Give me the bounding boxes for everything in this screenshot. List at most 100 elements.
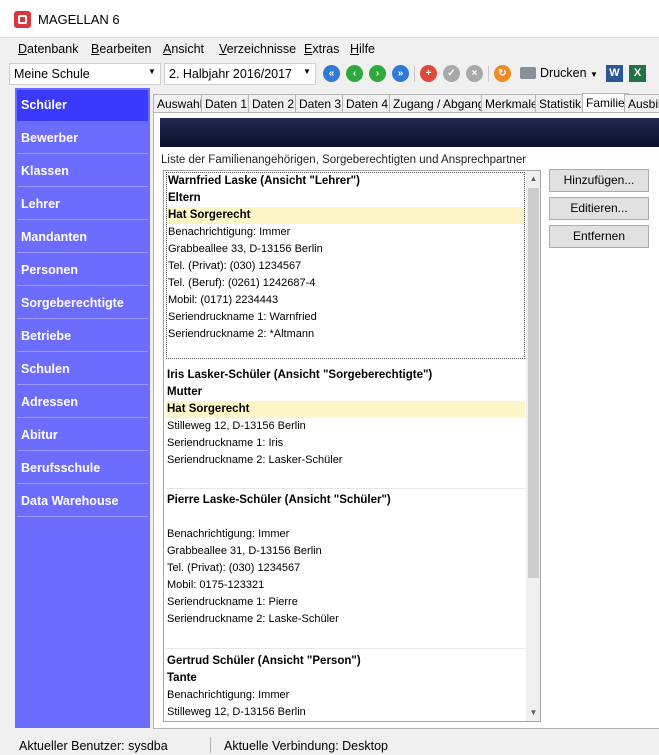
add-button[interactable]: Hinzufügen... [549,169,649,192]
family-list[interactable]: Warnfried Laske (Ansicht "Lehrer") Elter… [163,170,541,722]
member-detail: Seriendruckname 2: *Altmann [168,328,315,340]
list-divider [166,488,525,489]
menu-ansicht[interactable]: Ansicht [163,42,204,56]
cancel-icon[interactable]: × [466,65,483,82]
list-item[interactable]: Warnfried Laske (Ansicht "Lehrer") Elter… [166,172,525,359]
list-item[interactable]: Iris Lasker-Schüler (Ansicht "Sorgeberec… [166,367,525,469]
member-detail: Benachrichtigung: Immer [167,689,290,701]
title-bar: MAGELLAN 6 [0,0,659,38]
app-icon [14,11,31,28]
member-relation: Tante [167,672,197,684]
menu-datenbank[interactable]: Datenbank [18,42,78,56]
school-select[interactable]: Meine Schule ▼ [9,63,161,85]
sidebar-item-berufsschule[interactable]: Berufsschule [17,453,148,484]
sidebar-item-schueler[interactable]: Schüler [17,90,148,121]
tab-daten-1[interactable]: Daten 1 [201,94,252,113]
add-record-icon[interactable]: + [420,65,437,82]
panel-header-band [160,118,659,147]
member-detail: Seriendruckname 1: Iris [167,437,284,449]
tab-familie[interactable]: Familie [582,93,629,113]
status-separator [210,737,211,753]
last-record-icon[interactable]: » [392,65,409,82]
menu-bearbeiten[interactable]: Bearbeiten [91,42,151,56]
familie-panel: Liste der Familienangehörigen, Sorgebere… [153,112,659,729]
member-detail: Grabbeallee 31, D-13156 Berlin [167,545,322,557]
member-detail: Tel. (Privat): (030) 1234567 [167,562,301,574]
member-relation: Mutter [167,386,203,398]
member-name: Warnfried Laske (Ansicht "Lehrer") [168,175,360,187]
sidebar-item-abitur[interactable]: Abitur [17,420,148,451]
scroll-up-icon[interactable]: ▲ [526,171,540,187]
custody-status: Hat Sorgerecht [166,401,525,418]
window-title: MAGELLAN 6 [38,12,120,27]
tab-zugang-abgang[interactable]: Zugang / Abgang [389,94,489,113]
sidebar-item-sorgeberechtigte[interactable]: Sorgeberechtigte [17,288,148,319]
member-relation: Eltern [168,192,201,204]
refresh-icon[interactable]: ↻ [494,65,511,82]
tab-merkmale[interactable]: Merkmale [481,94,542,113]
member-name: Gertrud Schüler (Ansicht "Person") [167,655,361,667]
sidebar-item-bewerber[interactable]: Bewerber [17,123,148,154]
toolbar-separator [414,66,415,82]
member-detail: Stilleweg 12, D-13156 Berlin [167,706,306,718]
sidebar-item-adressen[interactable]: Adressen [17,387,148,418]
member-detail: Seriendruckname 2: Laske-Schüler [167,613,339,625]
scroll-thumb[interactable] [528,188,539,578]
menu-extras[interactable]: Extras [304,42,339,56]
excel-export-icon[interactable]: X [629,65,646,82]
member-detail: Grabbeallee 33, D-13156 Berlin [168,243,323,255]
list-item[interactable]: Pierre Laske-Schüler (Ansicht "Schüler")… [166,492,525,628]
sidebar-item-klassen[interactable]: Klassen [17,156,148,187]
edit-button[interactable]: Editieren... [549,197,649,220]
list-scrollbar[interactable]: ▲ ▼ [526,171,540,721]
tab-strip: Auswahl Daten 1 Daten 2 Daten 3 Daten 4 … [153,93,659,113]
tab-ausbildung[interactable]: Ausbild [624,94,659,113]
sidebar-item-schulen[interactable]: Schulen [17,354,148,385]
member-detail: Mobil: (0171) 2234443 [168,294,279,306]
list-divider [166,648,525,649]
sidebar-item-betriebe[interactable]: Betriebe [17,321,148,352]
printer-icon [520,67,536,79]
member-detail: Tel. (Beruf): (0261) 1242687-4 [168,277,316,289]
term-select[interactable]: 2. Halbjahr 2016/2017 ▼ [164,63,316,85]
menu-hilfe[interactable]: Hilfe [350,42,375,56]
sidebar-item-data-warehouse[interactable]: Data Warehouse [17,486,148,517]
member-detail: Seriendruckname 1: Pierre [167,596,298,608]
remove-button[interactable]: Entfernen [549,225,649,248]
sidebar-item-mandanten[interactable]: Mandanten [17,222,148,253]
member-detail: Mobil: 0175-123321 [167,579,265,591]
member-name: Iris Lasker-Schüler (Ansicht "Sorgeberec… [167,369,433,381]
member-detail: Seriendruckname 1: Warnfried [168,311,317,323]
next-record-icon[interactable]: › [369,65,386,82]
status-user: Aktueller Benutzer: sysdba [19,739,168,753]
chevron-down-icon: ▼ [303,67,311,76]
list-item[interactable]: Gertrud Schüler (Ansicht "Person") Tante… [166,653,525,721]
tab-daten-3[interactable]: Daten 3 [295,94,346,113]
status-bar: Aktueller Benutzer: sysdba Aktuelle Verb… [0,735,659,755]
tab-statistik[interactable]: Statistik [535,94,586,113]
sidebar-item-personen[interactable]: Personen [17,255,148,286]
print-button[interactable]: Drucken ▼ [520,66,598,80]
tab-auswahl[interactable]: Auswahl [153,94,207,113]
sidebar: Schüler Bewerber Klassen Lehrer Mandante… [15,88,150,728]
section-label: Liste der Familienangehörigen, Sorgebere… [161,154,527,166]
member-detail: Stilleweg 12, D-13156 Berlin [167,420,306,432]
confirm-icon[interactable]: ✓ [443,65,460,82]
scroll-down-icon[interactable]: ▼ [526,705,540,721]
tab-daten-2[interactable]: Daten 2 [248,94,299,113]
member-detail: Seriendruckname 2: Lasker-Schüler [167,454,343,466]
custody-status: Hat Sorgerecht [167,207,524,224]
chevron-down-icon: ▼ [590,70,598,79]
toolbar-separator [488,66,489,82]
menu-bar: Datenbank Bearbeiten Ansicht Verzeichnis… [0,38,659,60]
tab-daten-4[interactable]: Daten 4 [342,94,393,113]
previous-record-icon[interactable]: ‹ [346,65,363,82]
menu-verzeichnisse[interactable]: Verzeichnisse [219,42,296,56]
chevron-down-icon: ▼ [148,67,156,76]
word-export-icon[interactable]: W [606,65,623,82]
member-detail: Benachrichtigung: Immer [167,528,290,540]
first-record-icon[interactable]: « [323,65,340,82]
sidebar-item-lehrer[interactable]: Lehrer [17,189,148,220]
member-detail: Benachrichtigung: Immer [168,226,291,238]
toolbar: Meine Schule ▼ 2. Halbjahr 2016/2017 ▼ «… [0,60,659,87]
